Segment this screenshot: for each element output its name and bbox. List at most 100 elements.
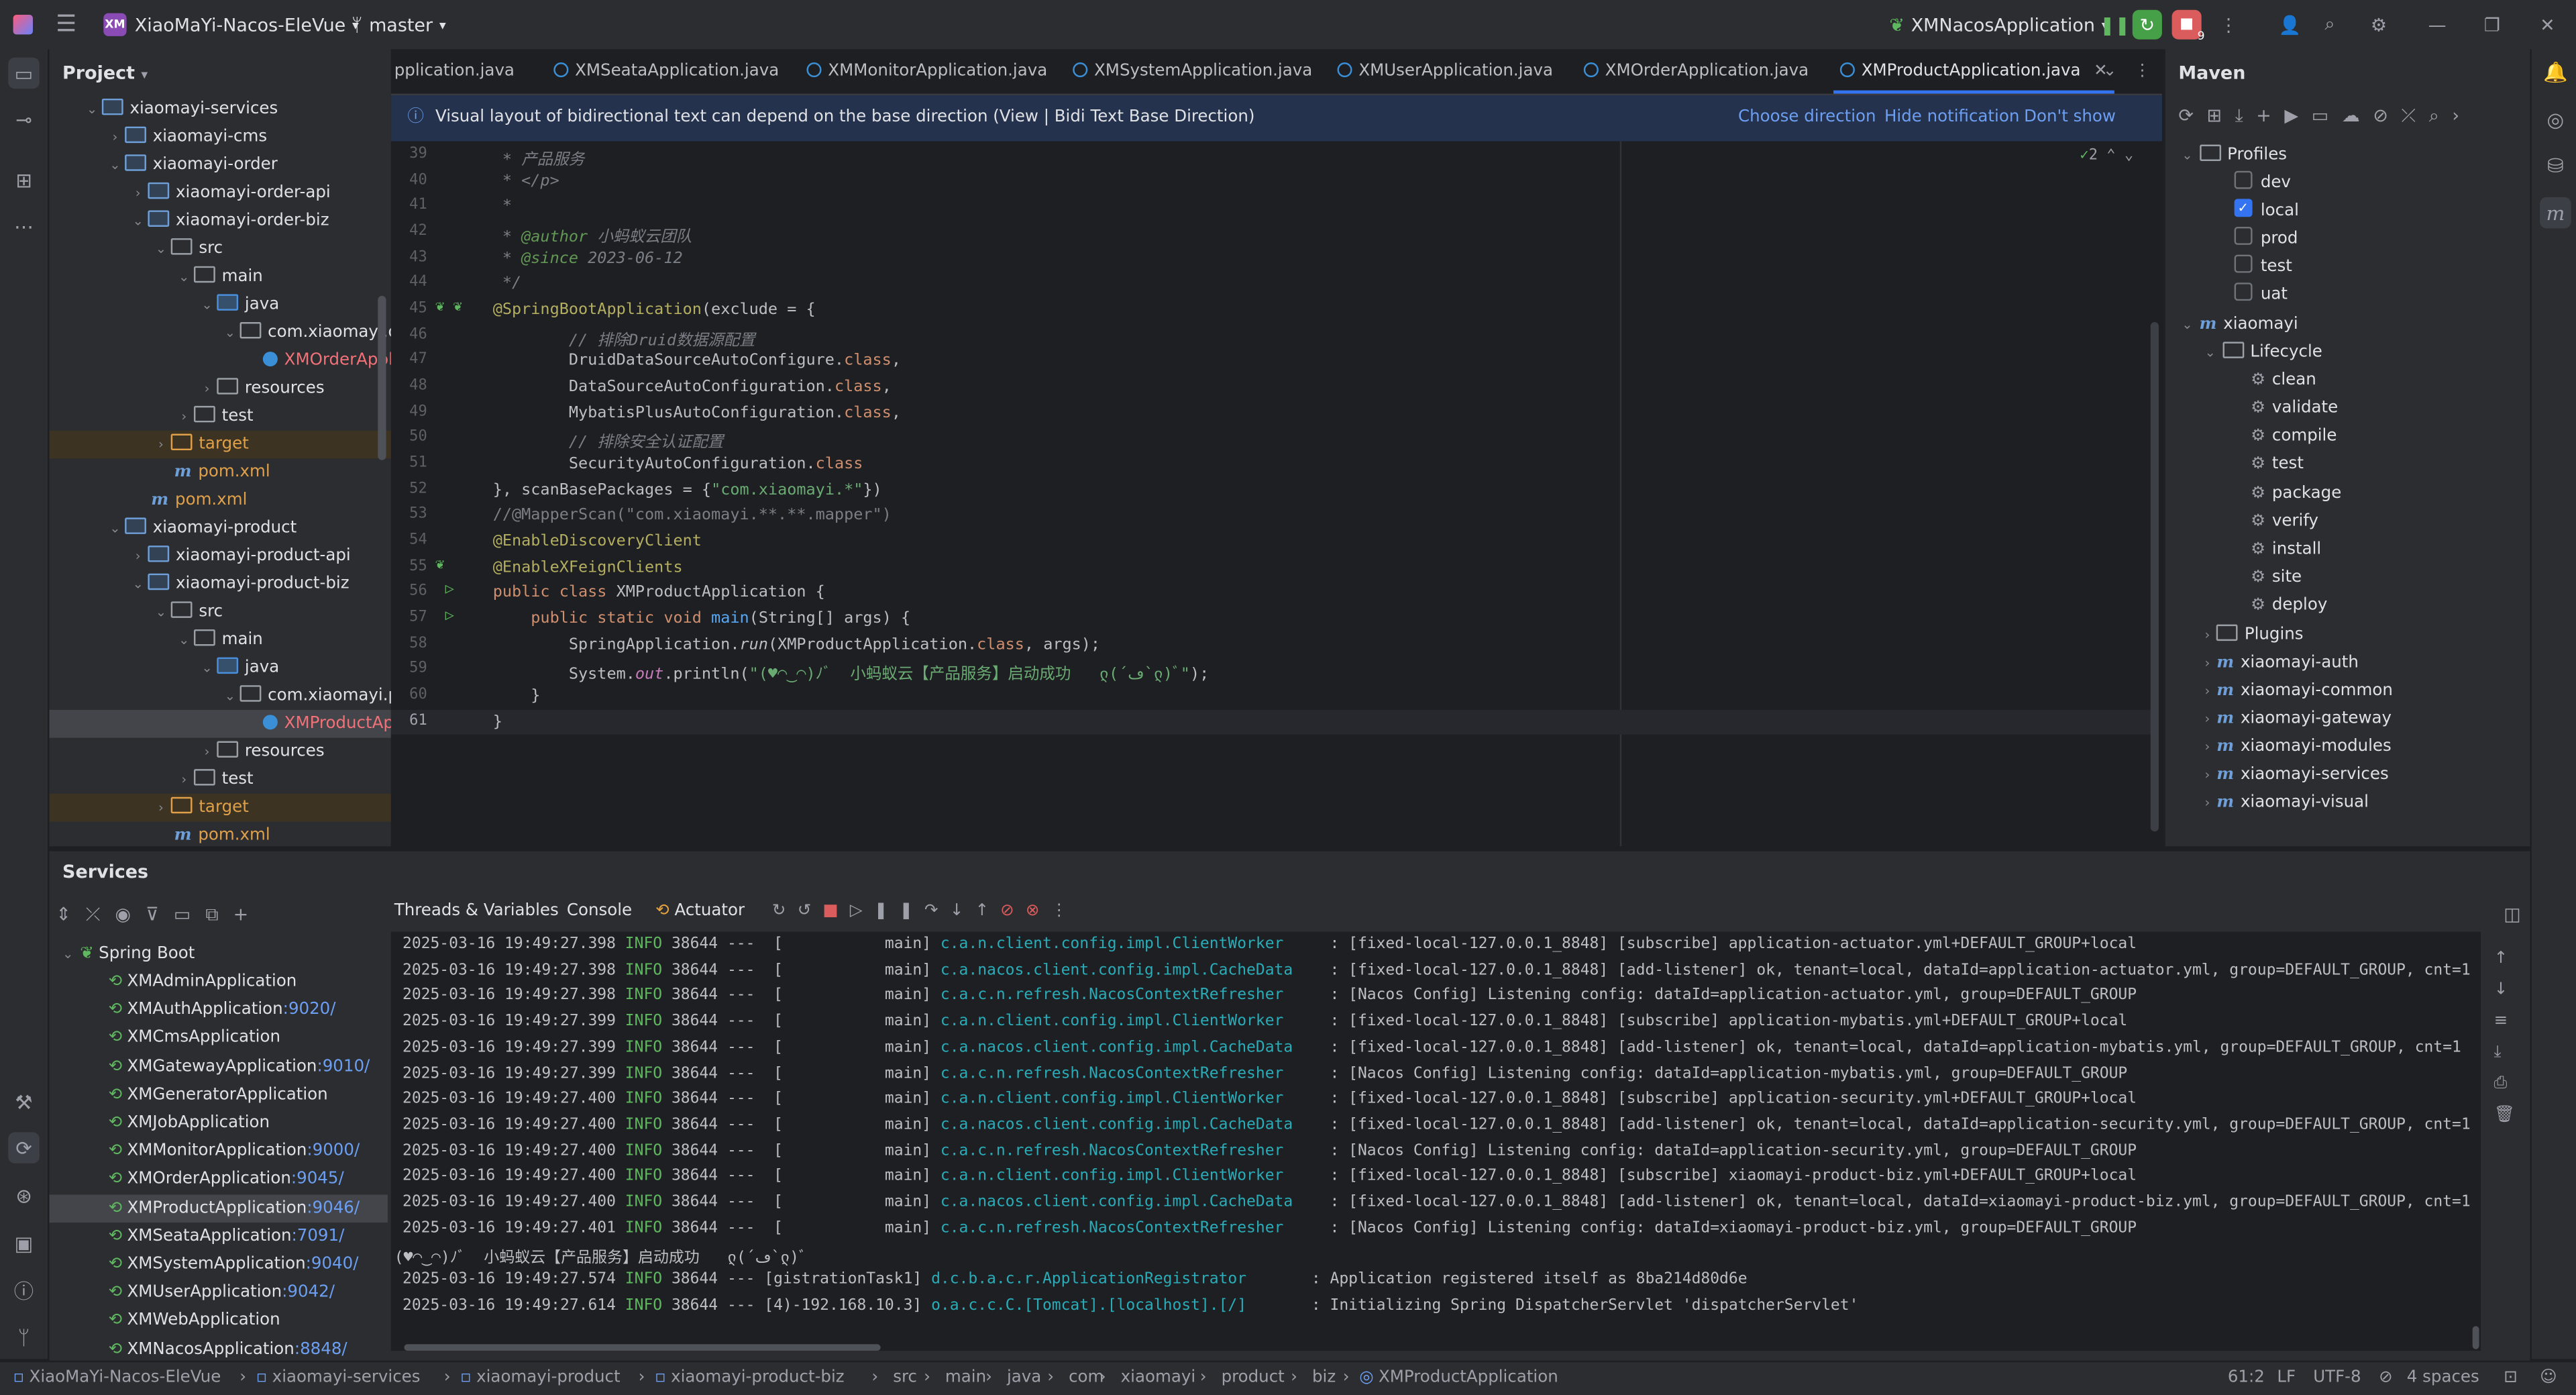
collapse-all-icon[interactable]: ⤫ xyxy=(2402,105,2429,127)
tree-item[interactable]: m pom.xml xyxy=(49,822,390,847)
service-port-link[interactable]: :9042/ xyxy=(282,1284,335,1302)
checkbox-checked[interactable]: ✓ xyxy=(2234,199,2253,217)
maven-module[interactable]: › m xiaomayi-modules xyxy=(2205,733,2392,761)
rerun-button[interactable]: ↻ xyxy=(2132,0,2162,49)
add-service-icon[interactable]: + xyxy=(233,904,264,925)
open-new-tab-icon[interactable]: ⧉ xyxy=(205,904,233,925)
lifecycle-verify[interactable]: ⚙ verify xyxy=(2251,508,2318,536)
breadcrumb-item[interactable]: ◎ XMProductApplication xyxy=(1359,1362,1558,1395)
console-v-scrollbar[interactable] xyxy=(2472,1326,2479,1349)
expand-all-icon[interactable]: ⇕ xyxy=(56,904,86,925)
lifecycle-validate[interactable]: ⚙ validate xyxy=(2251,395,2338,423)
maven-module[interactable]: › m xiaomayi-auth xyxy=(2205,649,2359,677)
profile-dev[interactable]: dev xyxy=(2234,169,2291,197)
stop-icon[interactable]: ■ xyxy=(822,902,849,921)
service-item[interactable]: ⟲ XMProductApplication:9046/ xyxy=(49,1194,388,1223)
tree-item[interactable]: ⌄ xiaomayi-product-biz xyxy=(49,570,390,599)
tree-item[interactable]: XMOrderAppli xyxy=(49,347,391,375)
pause-icon[interactable]: ❚❚ xyxy=(874,902,924,921)
service-item[interactable]: ⟲ XMCmsApplication xyxy=(49,1025,387,1053)
choose-direction-link[interactable]: Choose direction xyxy=(1738,95,1876,142)
pause-icon[interactable]: ❚❚ xyxy=(2100,0,2130,49)
offline-icon[interactable]: ☁ xyxy=(2342,105,2373,127)
tree-item[interactable]: ⌄ java xyxy=(49,291,390,319)
maven-root-project[interactable]: ⌄ m xiaomayi xyxy=(2182,311,2298,339)
breadcrumb-item[interactable]: ▫ XiaoMaYi-Nacos-EleVue xyxy=(13,1362,221,1395)
service-item[interactable]: ⟲ XMMonitorApplication:9000/ xyxy=(49,1137,387,1166)
no-problems-icon[interactable]: ⊘ xyxy=(2379,1362,2393,1395)
tabs-dropdown-icon[interactable]: ⌄ xyxy=(2103,49,2117,93)
line-separator[interactable]: LF xyxy=(2277,1362,2296,1395)
download-icon[interactable]: ⤓ xyxy=(2235,105,2257,127)
soft-wrap-icon[interactable]: ≡ xyxy=(2494,1006,2515,1037)
profile-prod[interactable]: prod xyxy=(2234,225,2298,254)
service-port-link[interactable]: :9010/ xyxy=(317,1057,370,1076)
add-folder-icon[interactable]: ⊞ xyxy=(2207,105,2235,127)
tree-item[interactable]: ⌄ main xyxy=(49,626,390,654)
chevron-right-icon[interactable]: › xyxy=(2452,105,2472,127)
settings-gear-icon[interactable]: ⚙ xyxy=(2371,0,2387,49)
plugins-icon[interactable]: ⊛ xyxy=(8,1180,40,1211)
tab-order[interactable]: XMOrderApplication.java xyxy=(1583,49,1809,93)
add-user-icon[interactable]: 👤 xyxy=(2279,0,2302,49)
lifecycle-compile[interactable]: ⚙ compile xyxy=(2251,422,2337,450)
branch-selector[interactable]: ᛘ master ▾ xyxy=(352,0,446,49)
tree-item[interactable]: ⌄com.xiaomayi.orc xyxy=(49,319,391,347)
inspection-widget[interactable]: ✓2 ⌃ ⌄ xyxy=(2080,148,2133,164)
breadcrumb-item[interactable]: xiaomayi xyxy=(1116,1362,1195,1395)
tree-item[interactable]: ⌄com.xiaomayi.pro xyxy=(49,682,391,710)
tab-console[interactable]: Console xyxy=(567,902,632,921)
lifecycle-test[interactable]: ⚙ test xyxy=(2251,450,2304,478)
lifecycle-install[interactable]: ⚙ install xyxy=(2251,535,2321,564)
service-port-link[interactable]: :9045/ xyxy=(291,1171,344,1189)
trash-icon[interactable]: 🗑 xyxy=(2494,1099,2515,1131)
tab-threads-variables[interactable]: Threads & Variables xyxy=(394,902,559,921)
service-port-link[interactable]: :7091/ xyxy=(292,1227,345,1245)
execute-goal-icon[interactable]: ▭ xyxy=(2312,105,2342,127)
main-menu-icon[interactable]: ☰ xyxy=(56,0,76,49)
terminal-icon[interactable]: ▣ xyxy=(8,1227,40,1259)
run-gutter-icon[interactable]: ▷ xyxy=(445,608,454,624)
tab-seata[interactable]: XMSeataApplication.java xyxy=(553,49,779,93)
service-item[interactable]: ⟲ XMSystemApplication:9040/ xyxy=(49,1251,387,1279)
indent-setting[interactable]: 4 spaces xyxy=(2407,1362,2479,1395)
breadcrumb-item[interactable]: product xyxy=(1216,1362,1285,1395)
search-icon[interactable]: ⌕ xyxy=(2324,0,2334,49)
service-item[interactable]: ⟲ XMAdminApplication xyxy=(49,968,387,996)
tree-item[interactable]: m pom.xml xyxy=(49,458,390,486)
collapse-all-icon[interactable]: ⤫ xyxy=(86,904,115,925)
plus-icon[interactable]: + xyxy=(2256,105,2284,127)
service-port-link[interactable]: :9046/ xyxy=(307,1199,360,1217)
tree-item-selected[interactable]: XMProductApp xyxy=(49,709,391,738)
service-item[interactable]: ⟲ XMGatewayApplication:9010/ xyxy=(49,1053,387,1081)
print-icon[interactable]: ⎙ xyxy=(2494,1068,2515,1100)
tree-item[interactable]: › test xyxy=(49,766,390,794)
mute-breakpoints-icon[interactable]: ⊗ xyxy=(1026,902,1051,921)
maven-lifecycle[interactable]: ⌄ Lifecycle xyxy=(2205,338,2322,366)
cursor-position[interactable]: 61:2 xyxy=(2228,1362,2265,1395)
tree-item[interactable]: ⌄ xiaomayi-product xyxy=(49,515,390,543)
breadcrumb-item[interactable]: java xyxy=(1002,1362,1041,1395)
analyze-icon[interactable]: ⌕ xyxy=(2429,105,2453,127)
service-port-link[interactable]: :8848/ xyxy=(294,1340,347,1358)
spring-bean-gutter-icon[interactable]: ❦ ❦ xyxy=(435,299,462,315)
service-item[interactable]: ⟲ XMUserApplication:9042/ xyxy=(49,1279,387,1307)
project-selector[interactable]: XM XiaoMaYi-Nacos-EleVue ▾ xyxy=(103,0,359,49)
service-port-link[interactable]: :9040/ xyxy=(306,1255,359,1274)
maven-icon[interactable]: m xyxy=(2540,197,2571,229)
breadcrumb-item[interactable]: main xyxy=(941,1362,986,1395)
tree-item[interactable]: ⌄ main xyxy=(49,263,390,291)
spring-bean-gutter-icon[interactable]: ❦ xyxy=(435,557,444,573)
step-over-icon[interactable]: ↷ xyxy=(924,902,950,921)
more-vertical-icon[interactable]: ⋮ xyxy=(2220,0,2238,49)
tree-item[interactable]: › xiaomayi-product-api xyxy=(49,542,390,570)
tree-item[interactable]: › test xyxy=(49,403,390,431)
tree-item[interactable]: › xiaomayi-order-api xyxy=(49,179,390,207)
app-logo[interactable] xyxy=(13,0,33,49)
scroll-down-icon[interactable]: ↓ xyxy=(2494,974,2515,1006)
maven-module[interactable]: › m xiaomayi-visual xyxy=(2205,789,2369,817)
notifications-bell-icon[interactable]: 🔔 xyxy=(2540,56,2571,87)
tree-item[interactable]: ⌄ xiaomayi-order xyxy=(49,151,390,179)
project-panel-title[interactable]: Project ▾ xyxy=(62,62,148,84)
console-h-scrollbar[interactable] xyxy=(404,1344,881,1351)
